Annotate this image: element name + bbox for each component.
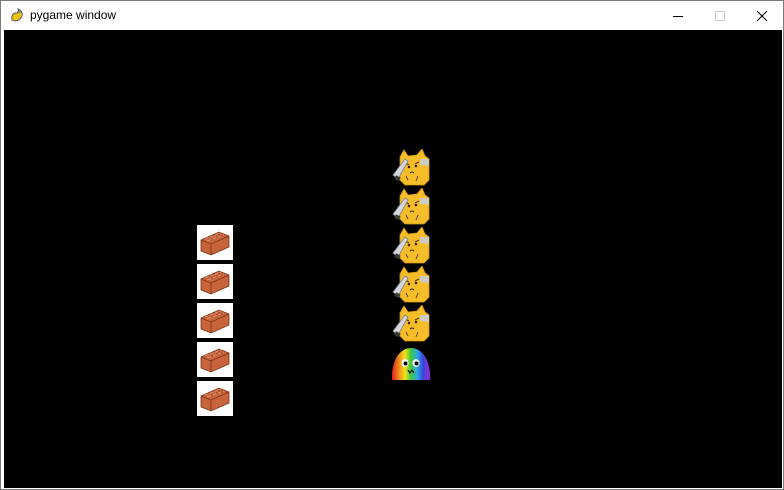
yellow-cat-knife-icon <box>391 265 431 304</box>
title-bar[interactable]: pygame window <box>1 1 783 30</box>
brick-icon <box>197 381 233 416</box>
window-title: pygame window <box>30 8 117 22</box>
pygame-window: pygame window <box>0 0 784 490</box>
yellow-cat-knife-icon <box>391 304 431 343</box>
close-icon <box>756 10 768 21</box>
yellow-cat-knife-icon <box>391 187 431 226</box>
brick-icon <box>197 225 233 260</box>
rainbow-blob-icon <box>390 346 431 384</box>
brick-icon <box>197 303 233 338</box>
maximize-icon <box>715 10 725 21</box>
maximize-button[interactable] <box>699 1 741 30</box>
brick-icon <box>197 342 233 377</box>
minimize-icon <box>673 15 683 17</box>
game-canvas[interactable] <box>4 30 782 488</box>
yellow-cat-knife-icon <box>391 148 431 187</box>
pygame-snake-icon <box>11 8 23 22</box>
brick-icon <box>197 264 233 299</box>
close-button[interactable] <box>741 1 783 30</box>
minimize-button[interactable] <box>657 1 699 30</box>
yellow-cat-knife-icon <box>391 226 431 265</box>
